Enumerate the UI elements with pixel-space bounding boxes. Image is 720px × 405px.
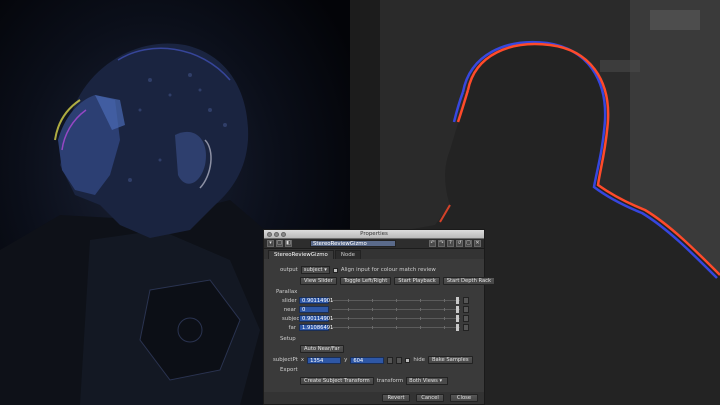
node-color-icon[interactable]: ◧: [285, 240, 292, 247]
far-animation-icon[interactable]: [463, 324, 469, 331]
near-value-field[interactable]: 0: [299, 306, 329, 313]
panel-title: Properties: [360, 231, 388, 237]
minimize-window-icon[interactable]: [274, 232, 279, 237]
slider-label: slider: [282, 297, 297, 304]
start-depth-rack-button[interactable]: Start Depth Rack: [442, 277, 496, 285]
restore-defaults-icon[interactable]: ↺: [456, 240, 463, 247]
tab-stereoreviewgizmo[interactable]: StereoReviewGizmo: [268, 250, 334, 259]
parallax-slider-row: slider 0.90114901: [282, 297, 469, 304]
auto-near-far-button[interactable]: Auto Near/Far: [300, 345, 344, 353]
y-label: y: [344, 357, 348, 363]
output-dropdown[interactable]: subject ▾: [300, 266, 330, 274]
output-label: output: [280, 267, 298, 273]
tab-bar: StereoReviewGizmo Node: [264, 249, 484, 259]
slider-slider[interactable]: [332, 297, 460, 304]
panel-footer: Revert Cancel Close: [264, 392, 484, 404]
subject-label: subject: [282, 315, 302, 322]
panel-titlebar[interactable]: Properties: [264, 230, 484, 239]
subjectpt-y-field[interactable]: 604: [350, 356, 385, 364]
setup-section-label: Setup: [280, 336, 296, 342]
transform-label: transform: [376, 378, 404, 384]
toggle-left-right-button[interactable]: Toggle Left/Right: [339, 277, 392, 285]
maximize-icon[interactable]: ▢: [465, 240, 472, 247]
compositor-viewer: Properties ▾ □ ◧ StereoReviewGizmo ↶ ↷ ?…: [0, 0, 720, 405]
panel-toolbar: ▾ □ ◧ StereoReviewGizmo ↶ ↷ ? ↺ ▢ ✕: [264, 239, 484, 249]
bake-samples-button[interactable]: Bake Samples: [427, 356, 473, 364]
subject-value-field[interactable]: 0.90114901: [299, 315, 333, 322]
subjectpt-x-field[interactable]: 1354: [307, 356, 342, 364]
view-buttons-row: View Slider Toggle Left/Right Start Play…: [300, 277, 496, 285]
help-icon[interactable]: ?: [447, 240, 454, 247]
view-slider-button[interactable]: View Slider: [300, 277, 337, 285]
near-label: near: [283, 306, 296, 313]
output-row: output subject ▾ Align input for colour …: [280, 266, 436, 274]
redo-icon[interactable]: ↷: [438, 240, 445, 247]
subjectpt-view-icon[interactable]: [396, 356, 403, 364]
export-row: Create Subject Transform transform Both …: [300, 377, 449, 385]
slider-value-field[interactable]: 0.90114901: [299, 297, 333, 304]
near-animation-icon[interactable]: [463, 306, 469, 313]
close-button[interactable]: Close: [450, 394, 478, 402]
close-panel-icon[interactable]: ✕: [474, 240, 481, 247]
hide-label: hide: [413, 357, 425, 363]
parallax-subject-row: subject 0.90114901: [282, 315, 469, 322]
create-subject-transform-button[interactable]: Create Subject Transform: [300, 377, 374, 385]
close-window-icon[interactable]: [267, 232, 272, 237]
x-label: x: [300, 357, 305, 363]
hide-checkbox[interactable]: [405, 357, 411, 363]
node-name-field[interactable]: StereoReviewGizmo: [310, 240, 396, 247]
parallax-far-row: far 1.91086491: [282, 324, 469, 331]
subject-animation-icon[interactable]: [463, 315, 469, 322]
far-value-field[interactable]: 1.91086491: [299, 324, 333, 331]
subjectpt-label: subjectPt: [273, 357, 298, 363]
subjectpt-row: subjectPt x 1354 y 604 hide Bake Samples: [273, 356, 473, 364]
collapse-icon[interactable]: ▾: [267, 240, 274, 247]
undo-icon[interactable]: ↶: [429, 240, 436, 247]
far-label: far: [288, 324, 296, 331]
start-playback-button[interactable]: Start Playback: [394, 277, 440, 285]
slider-animation-icon[interactable]: [463, 297, 469, 304]
properties-panel: Properties ▾ □ ◧ StereoReviewGizmo ↶ ↷ ?…: [263, 229, 496, 405]
parallax-section-label: Parallax: [276, 289, 298, 295]
tab-node[interactable]: Node: [334, 250, 361, 259]
revert-button[interactable]: Revert: [382, 394, 410, 402]
align-checkbox[interactable]: [332, 267, 338, 273]
cancel-button[interactable]: Cancel: [416, 394, 444, 402]
far-slider[interactable]: [332, 324, 460, 331]
export-section-label: Export: [280, 367, 298, 373]
auto-near-far-row: Auto Near/Far: [300, 345, 344, 353]
subjectpt-animation-icon[interactable]: [387, 356, 394, 364]
subject-slider[interactable]: [332, 315, 460, 322]
float-icon[interactable]: □: [276, 240, 283, 247]
transform-dropdown[interactable]: Both Views ▾: [406, 377, 449, 385]
parallax-near-row: near 0: [282, 306, 469, 313]
zoom-window-icon[interactable]: [281, 232, 286, 237]
align-checkbox-label: Align input for colour match review: [340, 267, 436, 273]
near-slider[interactable]: [332, 306, 460, 313]
